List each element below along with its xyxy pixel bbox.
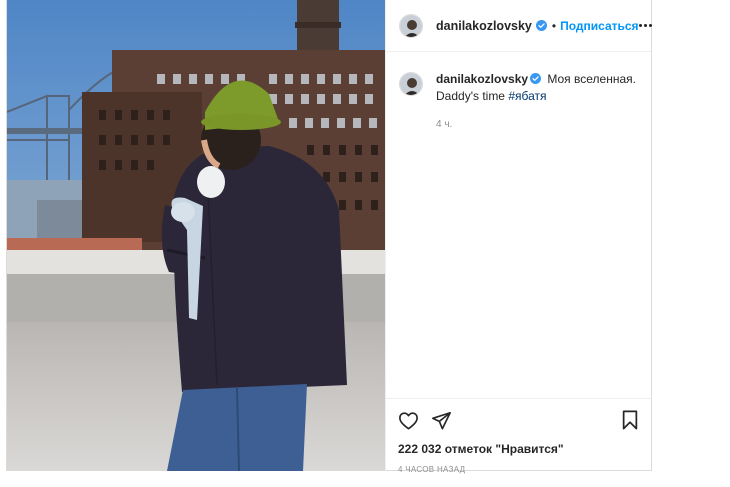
- username[interactable]: danilakozlovsky: [436, 19, 532, 33]
- like-count[interactable]: 222 032 отметок "Нравится": [398, 442, 639, 456]
- share-icon[interactable]: [431, 411, 452, 430]
- hashtag-link[interactable]: #ябатя: [508, 89, 546, 103]
- caption-username[interactable]: danilakozlovsky: [436, 72, 528, 86]
- verified-badge-icon: [535, 20, 547, 31]
- instagram-post: danilakozlovsky • Подписаться danilakozl…: [6, 0, 652, 474]
- more-options-icon[interactable]: [638, 20, 652, 31]
- caption-block: danilakozlovsky Моя вселенная. Daddy's t…: [386, 52, 651, 133]
- caption-line-2: Daddy's time: [436, 89, 509, 103]
- follow-button[interactable]: Подписаться: [560, 19, 638, 33]
- caption-avatar[interactable]: [399, 72, 423, 96]
- separator-dot: •: [551, 18, 557, 33]
- post-header: danilakozlovsky • Подписаться: [386, 0, 652, 52]
- post-time-ago[interactable]: 4 ЧАСОВ НАЗАД: [398, 465, 639, 474]
- heart-icon[interactable]: [398, 411, 419, 430]
- post-footer: 222 032 отметок "Нравится" 4 ЧАСОВ НАЗАД: [386, 398, 651, 474]
- post-photo[interactable]: [7, 0, 385, 471]
- page: danilakozlovsky • Подписаться danilakozl…: [0, 0, 730, 487]
- bookmark-icon[interactable]: [621, 410, 639, 430]
- caption-body: danilakozlovsky Моя вселенная. Daddy's t…: [436, 71, 636, 133]
- caption-text: danilakozlovsky Моя вселенная.: [436, 71, 636, 88]
- avatar[interactable]: [399, 13, 423, 38]
- photo-illustration: [7, 0, 385, 471]
- action-bar: [398, 407, 639, 433]
- verified-badge-icon: [530, 73, 542, 84]
- post-sidebar: danilakozlovsky • Подписаться danilakozl…: [385, 0, 652, 474]
- avatar-image: [400, 14, 422, 37]
- avatar-image: [400, 73, 422, 95]
- caption-line-1: Моя вселенная.: [544, 72, 636, 86]
- caption-timestamp: 4 ч.: [436, 119, 453, 130]
